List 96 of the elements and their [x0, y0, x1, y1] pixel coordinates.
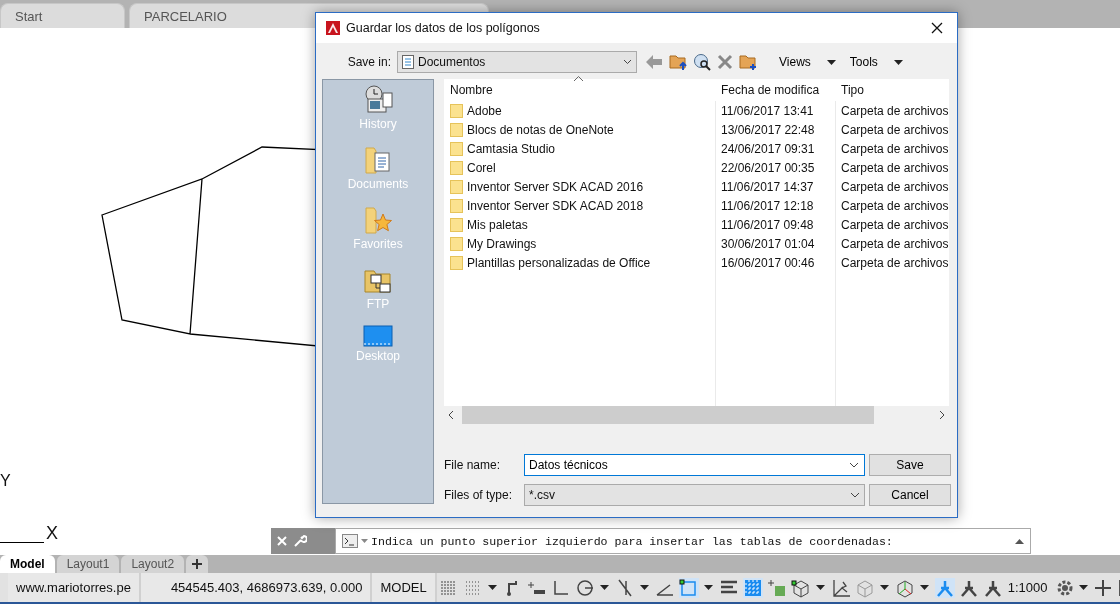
scale-selector[interactable]: 1:1000 — [1004, 580, 1051, 595]
save-button[interactable]: Save — [869, 454, 951, 476]
file-name[interactable]: Inventor Server SDK ACAD 2016 — [466, 179, 644, 194]
folder-icon — [450, 179, 463, 194]
folder-icon — [450, 103, 463, 118]
space-toggle[interactable]: MODEL — [372, 573, 437, 602]
plus-icon[interactable] — [192, 559, 203, 569]
file-name[interactable]: Inventor Server SDK ACAD 2018 — [466, 198, 644, 213]
caret-icon[interactable] — [487, 585, 497, 590]
file-type: Carpeta de archivos — [840, 217, 949, 232]
document-tab[interactable]: Start — [0, 3, 125, 28]
plus-icon[interactable] — [1094, 578, 1113, 597]
column-header[interactable]: Fecha de modifica — [715, 79, 835, 101]
folder-icon — [450, 141, 463, 156]
folder-icon — [450, 122, 463, 137]
folder-document-icon — [364, 145, 392, 175]
close-icon[interactable] — [931, 22, 943, 34]
file-date: 13/06/2017 22:48 — [720, 122, 816, 137]
tools-menu[interactable]: Tools — [843, 55, 911, 69]
caret-icon[interactable] — [639, 585, 649, 590]
folder-icon — [450, 160, 463, 175]
file-type: Carpeta de archivos — [840, 141, 949, 156]
file-name-label: File name: — [444, 458, 502, 472]
folder-star-icon — [364, 205, 392, 235]
folder-icon — [450, 198, 463, 213]
folder-icon — [450, 217, 463, 232]
file-name[interactable]: Corel — [466, 160, 496, 175]
file-type: Carpeta de archivos — [840, 179, 949, 194]
caret-icon[interactable] — [879, 585, 889, 590]
file-name[interactable]: Adobe — [466, 103, 502, 118]
views-menu[interactable]: Views — [773, 55, 844, 69]
layout-tab[interactable]: Layout1 — [56, 555, 120, 573]
file-type-label: Files of type: — [444, 488, 514, 502]
document-icon — [402, 55, 414, 69]
cancel-button[interactable]: Cancel — [869, 484, 951, 506]
file-type-dropdown[interactable]: *.csv — [524, 484, 865, 506]
delete-icon[interactable] — [717, 54, 733, 70]
clock-icon — [363, 85, 393, 115]
save-in-label: Save in: — [346, 55, 392, 69]
app-logo-icon — [326, 21, 340, 35]
caret-icon[interactable] — [599, 585, 609, 590]
file-type: Carpeta de archivos — [840, 198, 949, 213]
file-date: 11/06/2017 13:41 — [720, 103, 815, 118]
caret-icon[interactable] — [815, 585, 825, 590]
file-name[interactable]: Blocs de notas de OneNote — [466, 122, 614, 137]
file-date: 22/06/2017 00:35 — [720, 160, 816, 175]
search-icon[interactable] — [693, 53, 711, 71]
chevron-down-icon[interactable] — [623, 59, 632, 65]
column-header[interactable]: Tipo — [835, 79, 949, 101]
save-in-dropdown[interactable]: Documentos — [397, 51, 637, 73]
settings-icon[interactable] — [1056, 578, 1075, 597]
cube-icon[interactable] — [790, 577, 811, 598]
file-date: 16/06/2017 00:46 — [720, 255, 816, 270]
file-date: 11/06/2017 12:18 — [720, 198, 815, 213]
folder-icon — [450, 236, 463, 251]
file-date: 11/06/2017 09:48 — [720, 217, 815, 232]
file-type: Carpeta de archivos — [840, 255, 949, 270]
desktop-icon — [363, 325, 393, 347]
file-name[interactable]: Mis paletas — [466, 217, 528, 232]
axis-label: X — [46, 523, 58, 544]
file-type: Carpeta de archivos — [840, 122, 949, 137]
file-name[interactable]: Plantillas personalizadas de Office — [466, 255, 651, 270]
checker-icon[interactable] — [742, 577, 763, 598]
axis-label: Y — [0, 472, 11, 490]
axis-icon[interactable] — [830, 577, 851, 598]
caret-icon[interactable] — [893, 59, 903, 65]
command-prompt: Indica un punto superior izquierdo para insertar las tablas de coordenadas: — [371, 534, 894, 548]
file-date: 30/06/2017 01:04 — [720, 236, 816, 251]
chevron-down-icon[interactable] — [850, 492, 860, 498]
caret-icon[interactable] — [1079, 585, 1089, 590]
new-folder-icon[interactable] — [739, 53, 757, 71]
file-type: Carpeta de archivos — [840, 103, 949, 118]
file-name[interactable]: Camtasia Studio — [466, 141, 556, 156]
file-name-field[interactable]: Datos técnicos — [524, 454, 865, 476]
prompt-icon — [342, 534, 358, 548]
caret-icon[interactable] — [703, 585, 713, 590]
column-header[interactable]: Nombre — [444, 79, 715, 101]
file-type: Carpeta de archivos — [840, 160, 949, 175]
website-label: www.mariotorres.pe — [8, 573, 141, 602]
layout-tab[interactable]: Layout2 — [121, 555, 185, 573]
layout-tab[interactable]: Model — [0, 555, 55, 573]
expand-icon[interactable] — [1015, 538, 1024, 544]
file-type: Carpeta de archivos — [840, 236, 949, 251]
wrench-icon[interactable] — [293, 534, 307, 548]
snap-square-icon[interactable] — [678, 577, 699, 598]
sort-icon — [574, 76, 583, 81]
file-date: 11/06/2017 14:37 — [720, 179, 815, 194]
file-date: 24/06/2017 09:31 — [720, 141, 816, 156]
caret-icon[interactable] — [919, 585, 929, 590]
folder-up-icon[interactable] — [669, 53, 687, 71]
folder-icon — [450, 255, 463, 270]
file-name[interactable]: My Drawings — [466, 236, 537, 251]
polar-icon[interactable] — [574, 577, 595, 598]
chevron-down-icon[interactable] — [849, 462, 859, 468]
coordinates: 454545.403, 4686973.639, 0.000 — [140, 573, 373, 602]
caret-icon[interactable] — [826, 59, 836, 65]
